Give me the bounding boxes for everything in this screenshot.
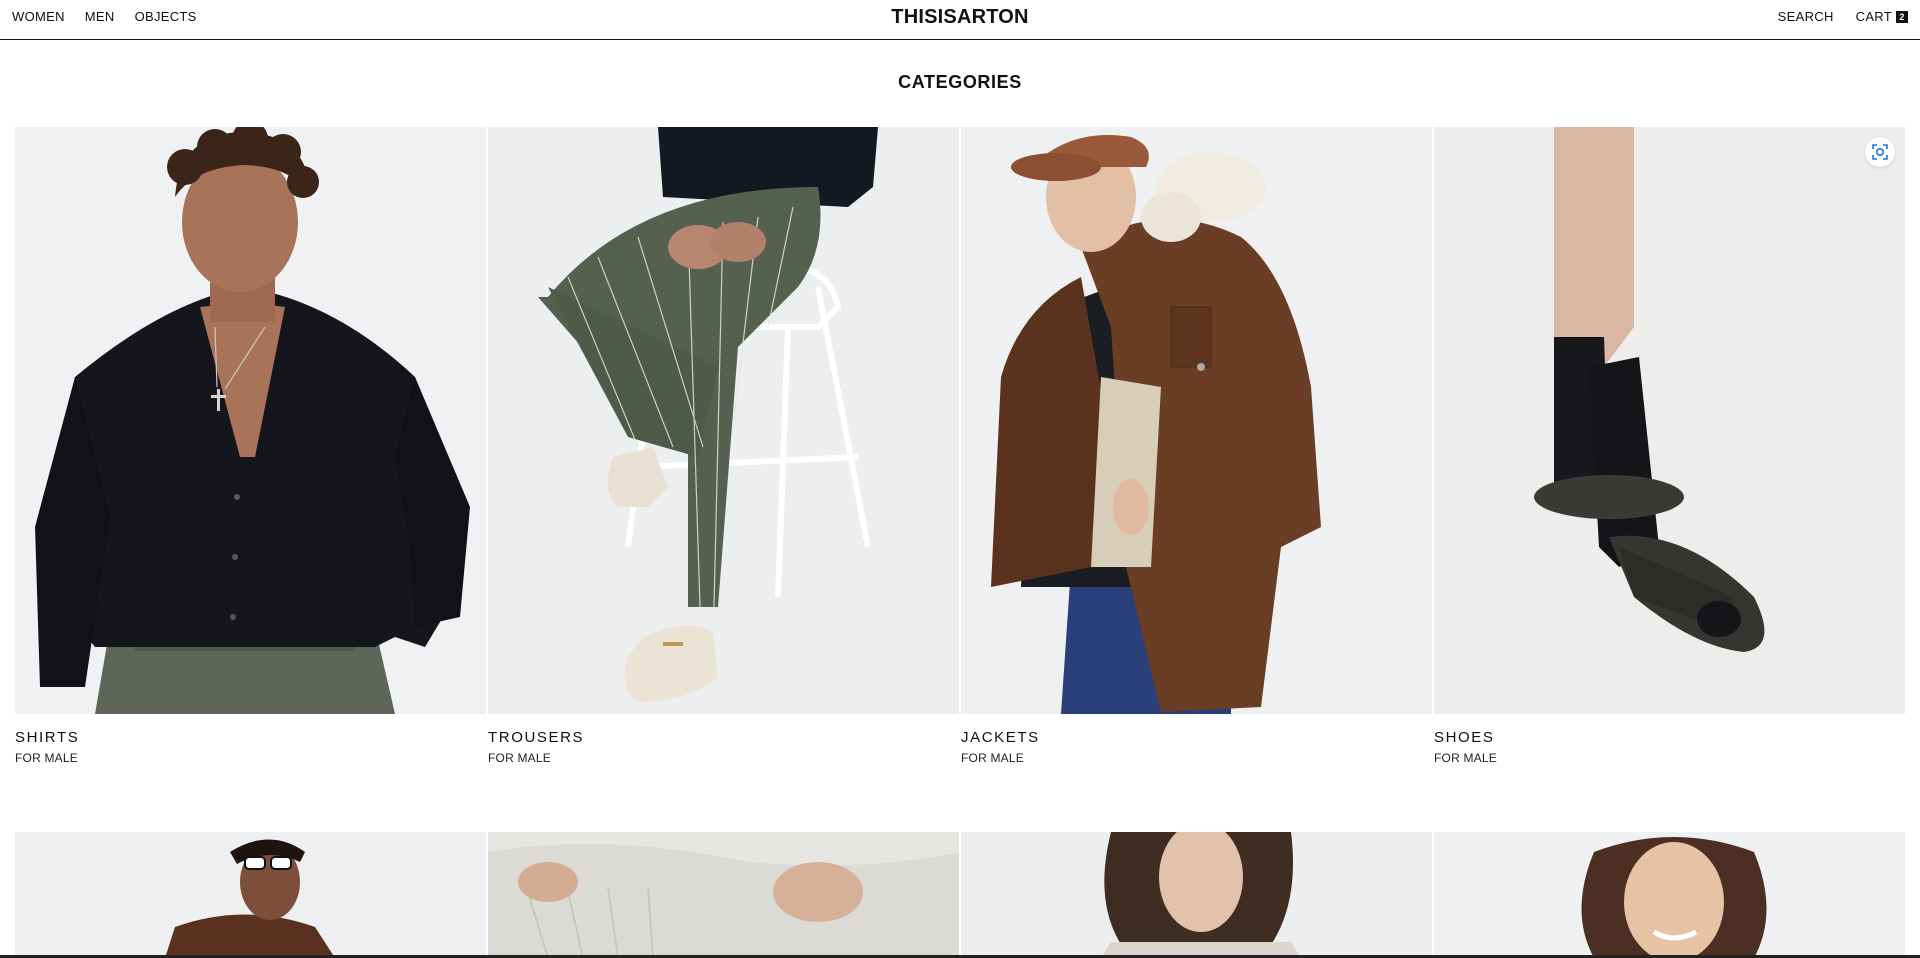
category-card-shoes[interactable]: SHOES FOR MALE: [1434, 127, 1905, 765]
category-card-women-1[interactable]: [15, 832, 486, 958]
nav-women-link[interactable]: WOMEN: [12, 9, 65, 24]
category-title[interactable]: JACKETS: [961, 729, 1432, 746]
category-card-women-2[interactable]: [488, 832, 959, 958]
category-card-shirts[interactable]: SHIRTS FOR MALE: [15, 127, 486, 765]
trousers-model-illustration: [488, 127, 959, 714]
category-subtitle: FOR MALE: [488, 751, 551, 765]
woman-portrait-illustration: [961, 832, 1432, 958]
jacket-model-illustration: [961, 127, 1432, 714]
visual-search-button[interactable]: [1865, 137, 1895, 167]
cart-label: CART: [1855, 9, 1892, 24]
woman-portrait-photo[interactable]: [961, 832, 1432, 958]
category-title[interactable]: TROUSERS: [488, 729, 959, 746]
nav-objects-link[interactable]: OBJECTS: [135, 9, 197, 24]
category-title[interactable]: SHOES: [1434, 729, 1905, 746]
shoes-illustration: [1434, 127, 1905, 714]
jacket-model-photo[interactable]: [961, 127, 1432, 714]
logo-wrapper: THISISARTON: [0, 6, 1920, 29]
category-title[interactable]: SHIRTS: [15, 729, 486, 746]
woman-smiling-illustration: [1434, 832, 1905, 958]
woman-smiling-photo[interactable]: [1434, 832, 1905, 958]
knit-sweater-photo[interactable]: [488, 832, 959, 958]
category-subtitle: FOR MALE: [961, 751, 1024, 765]
category-subtitle: FOR MALE: [1434, 751, 1497, 765]
site-header: WOMEN MEN OBJECTS THISISARTON SEARCH CAR…: [0, 0, 1920, 40]
cart-link[interactable]: CART 2: [1856, 9, 1908, 24]
search-link[interactable]: SEARCH: [1778, 9, 1834, 24]
primary-nav: WOMEN MEN OBJECTS: [12, 0, 197, 33]
utility-nav: SEARCH CART 2: [1778, 0, 1908, 33]
category-card-women-4[interactable]: [1434, 832, 1905, 958]
category-card-women-3[interactable]: [961, 832, 1432, 958]
shirt-model-illustration: [15, 127, 486, 714]
woman-sunglasses-illustration: [15, 832, 486, 958]
scan-icon: [1872, 144, 1888, 160]
section-title: CATEGORIES: [898, 72, 1022, 92]
trousers-model-photo[interactable]: [488, 127, 959, 714]
category-card-jackets[interactable]: JACKETS FOR MALE: [961, 127, 1432, 765]
category-grid-row-2: [15, 832, 1905, 958]
nav-men-link[interactable]: MEN: [85, 9, 115, 24]
knit-sweater-illustration: [488, 832, 959, 958]
shirt-model-photo[interactable]: [15, 127, 486, 714]
category-subtitle: FOR MALE: [15, 751, 78, 765]
category-grid-row-1: SHIRTS FOR MALE TROUSERS FOR MALE JACKET…: [15, 127, 1905, 765]
cart-count-badge: 2: [1896, 10, 1908, 23]
woman-sunglasses-photo[interactable]: [15, 832, 486, 958]
site-logo[interactable]: THISISARTON: [891, 6, 1028, 28]
shoes-photo[interactable]: [1434, 127, 1905, 714]
category-card-trousers[interactable]: TROUSERS FOR MALE: [488, 127, 959, 765]
